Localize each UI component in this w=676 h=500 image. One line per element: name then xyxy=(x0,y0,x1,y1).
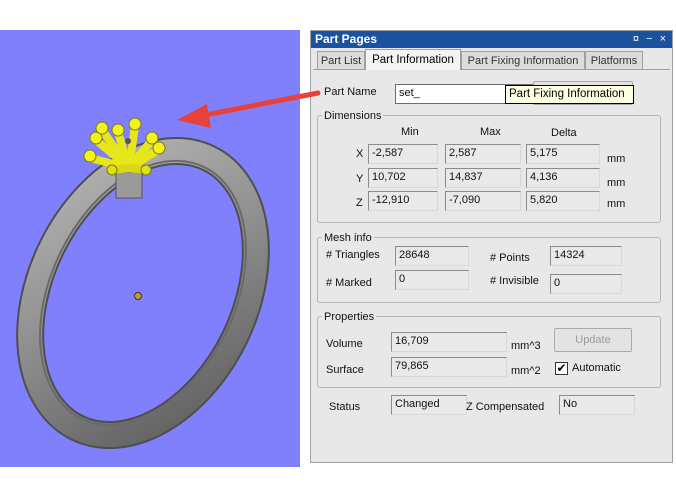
dim-x-min: -2,587 xyxy=(368,144,438,164)
dim-y-delta: 4,136 xyxy=(526,168,600,188)
surface-label: Surface xyxy=(326,364,364,376)
invisible-value: 0 xyxy=(550,274,622,294)
triangles-label: # Triangles xyxy=(326,249,380,261)
dimensions-group-label: Dimensions xyxy=(322,110,384,122)
marked-value: 0 xyxy=(395,270,469,290)
dim-axis-y: Y xyxy=(356,173,364,185)
status-label: Status xyxy=(329,401,361,413)
dim-z-min: -12,910 xyxy=(368,191,438,211)
dim-z-unit: mm xyxy=(607,198,626,210)
dim-x-max: 2,587 xyxy=(445,144,521,164)
volume-label: Volume xyxy=(326,338,363,350)
dim-axis-z: Z xyxy=(356,197,363,209)
dim-axis-x: X xyxy=(356,148,364,160)
properties-group-label: Properties xyxy=(322,311,377,323)
panel-title: Part Pages xyxy=(315,32,378,46)
dim-y-max: 14,837 xyxy=(445,168,521,188)
dim-x-delta: 5,175 xyxy=(526,144,600,164)
pivot-marker xyxy=(134,292,142,300)
ring-model xyxy=(16,117,270,450)
3d-viewport[interactable] xyxy=(0,30,300,467)
z-compensated-label: Z Compensated xyxy=(466,401,545,413)
part-name-label: Part Name xyxy=(324,86,377,98)
dim-y-unit: mm xyxy=(607,177,626,189)
points-value: 14324 xyxy=(550,246,622,266)
panel-window-buttons[interactable]: ¤ − × xyxy=(633,31,668,48)
marked-label: # Marked xyxy=(326,277,372,289)
z-compensated-value: No xyxy=(559,395,635,415)
points-label: # Points xyxy=(490,252,530,264)
invisible-label: # Invisible xyxy=(490,275,539,287)
dim-header-min: Min xyxy=(401,126,419,138)
properties-group xyxy=(317,316,661,388)
volume-unit: mm^3 xyxy=(511,340,541,352)
dim-z-max: -7,090 xyxy=(445,191,521,211)
surface-value: 79,865 xyxy=(391,357,507,377)
tab-platforms[interactable]: Platforms xyxy=(585,51,643,69)
surface-unit: mm^2 xyxy=(511,365,541,377)
status-value: Changed xyxy=(391,395,467,415)
triangles-value: 28648 xyxy=(395,246,469,266)
dim-y-min: 10,702 xyxy=(368,168,438,188)
automatic-checkbox[interactable]: ✔ xyxy=(555,362,568,375)
volume-value: 16,709 xyxy=(391,332,507,352)
mesh-info-group-label: Mesh info xyxy=(322,232,374,244)
automatic-label: Automatic xyxy=(572,362,621,374)
dim-header-delta: Delta xyxy=(551,127,577,139)
dim-x-unit: mm xyxy=(607,153,626,165)
update-button[interactable]: Update xyxy=(554,328,632,352)
tab-part-information[interactable]: Part Information xyxy=(365,49,461,70)
tooltip: Part Fixing Information xyxy=(505,85,634,104)
panel-titlebar: Part Pages ¤ − × xyxy=(311,31,672,48)
part-information-page: Part Name set_ Dimensions Min Max Delta … xyxy=(313,69,670,461)
tab-part-list[interactable]: Part List xyxy=(317,51,365,69)
dim-z-delta: 5,820 xyxy=(526,191,600,211)
dim-header-max: Max xyxy=(480,126,501,138)
tab-part-fixing-information[interactable]: Part Fixing Information xyxy=(461,51,585,69)
